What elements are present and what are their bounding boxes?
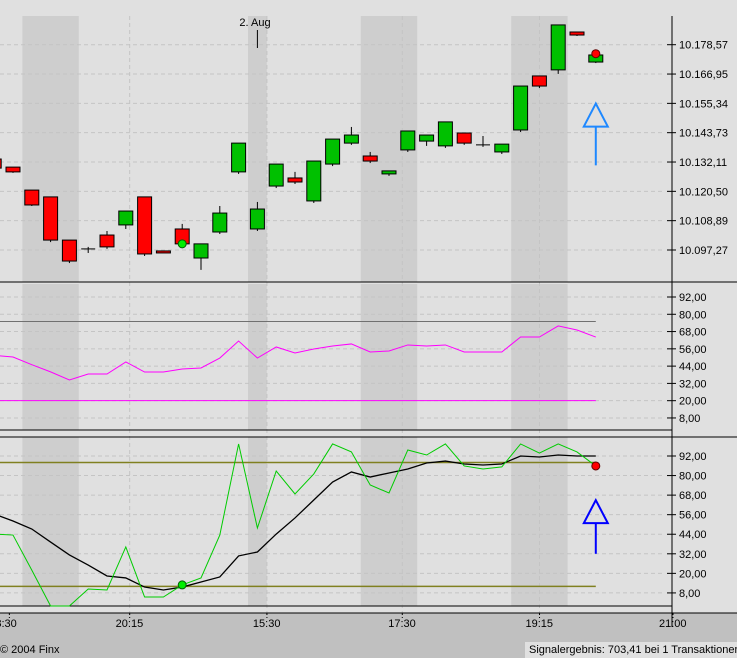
candle-bullish: [419, 134, 435, 142]
candle-bullish: [212, 212, 228, 233]
session-band: [248, 16, 267, 282]
candle-bullish: [231, 142, 247, 173]
candle-bullish: [513, 85, 529, 131]
x-tick-label: 15:30: [253, 618, 281, 630]
date-marker-label: 2. Aug: [239, 17, 270, 29]
y-tick-label: 10.108,89: [679, 216, 728, 228]
y-tick-label: 80,00: [679, 471, 707, 483]
buy-signal-marker: [177, 239, 187, 249]
candle-bearish: [155, 250, 171, 254]
stoch-buy-marker: [177, 580, 187, 590]
y-tick-label: 32,00: [679, 549, 707, 561]
y-tick-label: 10.120,50: [679, 186, 728, 198]
y-tick-label: 10.155,34: [679, 98, 728, 110]
candle-bullish: [550, 24, 566, 71]
y-tick-label: 92,00: [679, 451, 707, 463]
y-tick-label: 80,00: [679, 309, 707, 321]
candle-bullish: [249, 208, 265, 230]
y-tick-label: 56,00: [679, 344, 707, 356]
candle-bearish: [362, 155, 378, 162]
y-tick-label: 20,00: [679, 396, 707, 408]
y-tick-label: 10.132,11: [679, 157, 727, 169]
sell-signal-marker: [591, 49, 601, 59]
candle-bullish: [400, 130, 416, 151]
y-tick-label: 92,00: [679, 292, 707, 304]
candle-bullish: [193, 243, 209, 259]
session-band: [248, 284, 267, 430]
candle-bullish: [306, 160, 322, 202]
chart-canvas: 10.178,57 10.166,95 10.155,34 10.143,73 10.1…: [0, 0, 737, 658]
candle-bearish: [24, 189, 40, 206]
candle-bearish: [61, 239, 77, 262]
y-tick-label: 10.178,57: [679, 40, 728, 52]
copyright-label: © 2004 Finx: [0, 644, 60, 656]
candle-bullish: [118, 210, 134, 226]
y-tick-label: 10.143,73: [679, 128, 728, 140]
candle-bearish: [0, 158, 2, 169]
candle-bullish: [343, 134, 359, 144]
candle-bullish: [381, 170, 397, 175]
candle-bullish: [437, 121, 453, 147]
y-tick-label: 8,00: [679, 588, 700, 600]
candle-bearish: [531, 75, 547, 87]
stoch-sell-marker: [591, 461, 601, 471]
x-tick-label: 19:15: [526, 618, 554, 630]
y-tick-label: 20,00: [679, 568, 707, 580]
candle-bearish: [569, 31, 585, 36]
candle-bullish: [268, 163, 284, 187]
candle-bullish: [325, 138, 341, 165]
y-tick-label: 8,00: [679, 413, 700, 425]
session-band: [22, 284, 79, 430]
signal-result-status: Signalergebnis: 703,41 bei 1 Transaktion…: [525, 642, 737, 658]
candle-bearish: [43, 196, 59, 241]
y-tick-label: 10.097,27: [679, 245, 728, 257]
candle-bullish: [494, 143, 510, 153]
x-tick-label: 21:00: [659, 618, 687, 630]
x-tick-label: 8:30: [0, 618, 17, 630]
candle-bearish: [287, 177, 303, 183]
candle-bearish: [456, 132, 472, 144]
y-tick-label: 68,00: [679, 327, 707, 339]
y-tick-label: 44,00: [679, 361, 707, 373]
x-tick-label: 20:15: [116, 618, 144, 630]
y-tick-label: 44,00: [679, 529, 707, 541]
candle-bearish: [99, 234, 115, 248]
y-tick-label: 56,00: [679, 510, 707, 522]
session-band: [360, 284, 418, 430]
candle-bearish: [137, 196, 153, 255]
y-tick-label: 32,00: [679, 378, 707, 390]
y-tick-label: 10.166,95: [679, 69, 728, 81]
x-tick-label: 17:30: [388, 618, 416, 630]
candle-bearish: [5, 166, 21, 173]
y-tick-label: 68,00: [679, 490, 707, 502]
